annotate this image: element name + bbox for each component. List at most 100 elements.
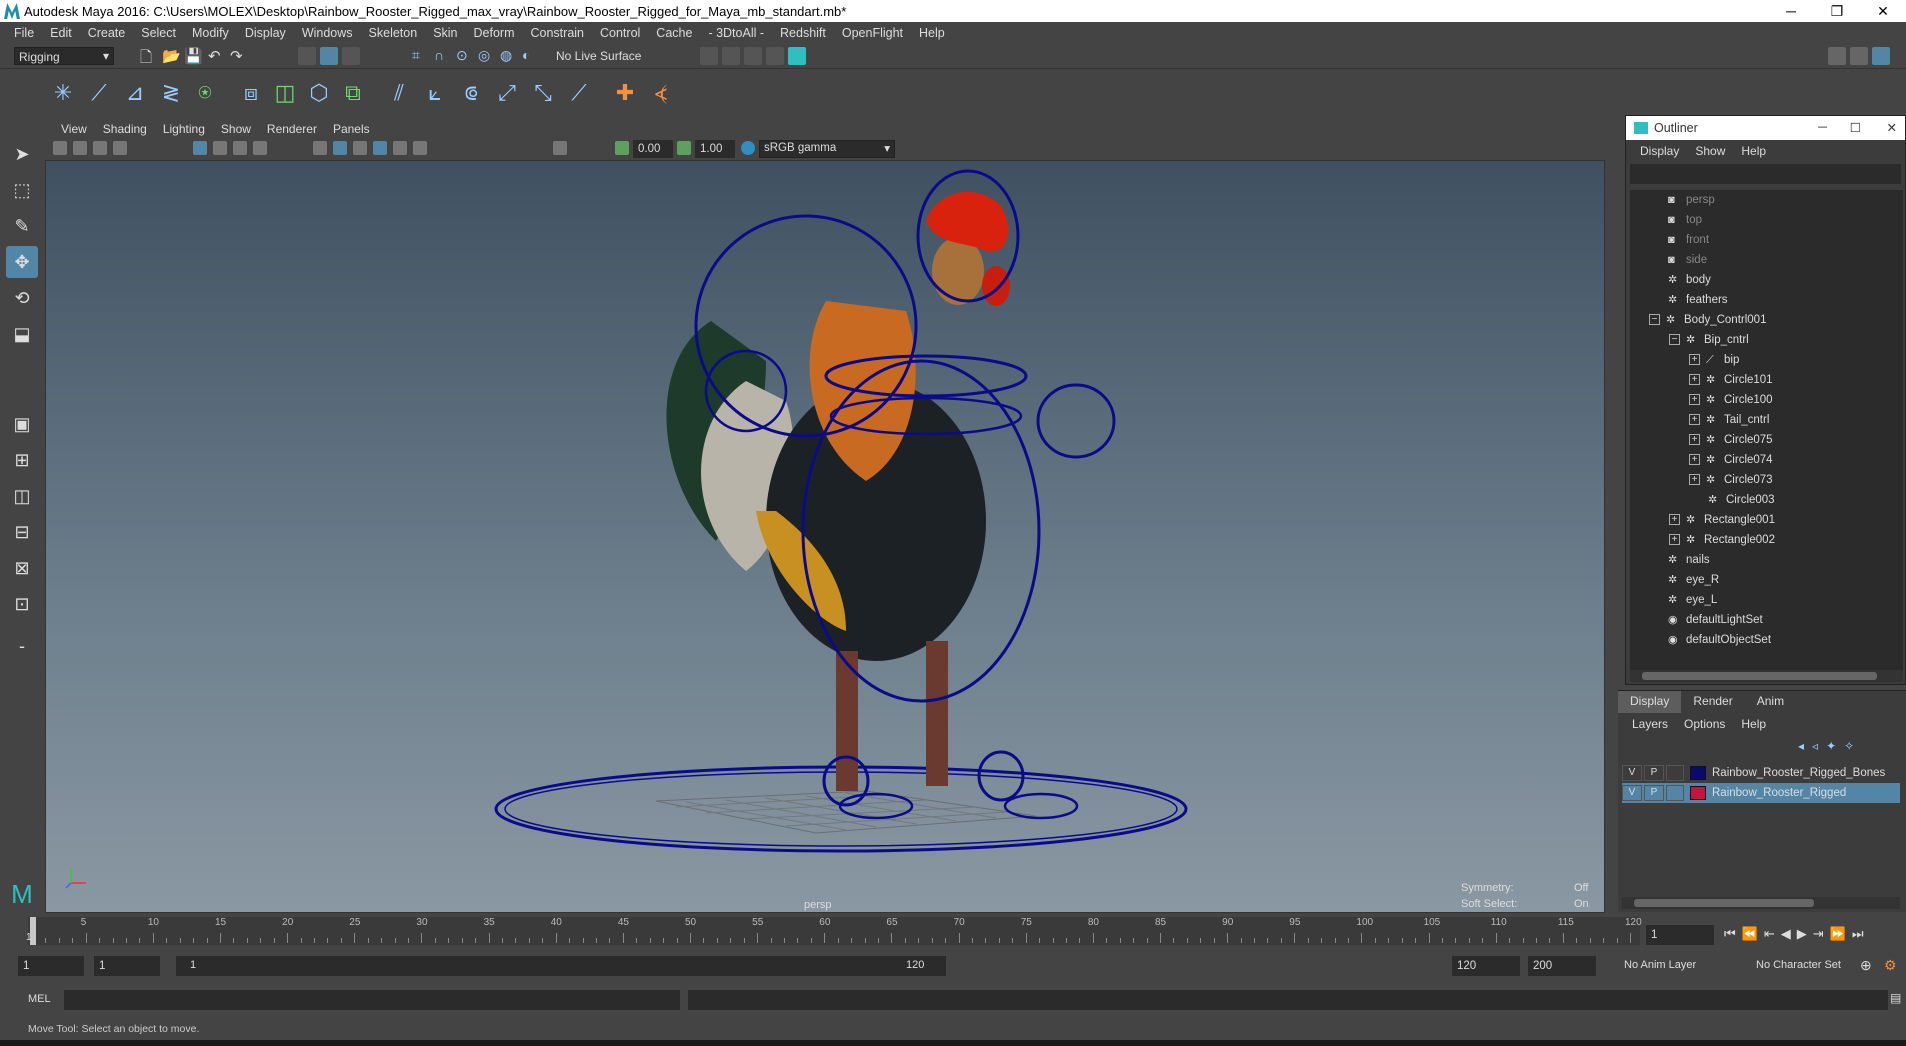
animation-end-field[interactable]: 200 [1528,956,1596,976]
move-tool-icon[interactable]: ✥ [6,246,38,278]
grid-toggle-icon[interactable] [193,141,207,155]
outliner-item[interactable]: ◉ defaultLightSet [1668,610,1763,630]
far-clip-field[interactable]: 1.00 [695,140,735,158]
exposure-icon[interactable] [615,141,629,155]
smooth-shade-icon[interactable] [333,141,347,155]
create-joint-icon[interactable]: ✳ [48,77,78,109]
outliner-item[interactable]: ✲ Circle003 [1708,490,1775,510]
menuset-dropdown[interactable]: Rigging ▾ [14,47,114,65]
current-frame-field[interactable]: 1 [1646,925,1714,945]
lattice-icon[interactable]: ◫ [270,77,300,109]
menu-windows[interactable]: Windows [294,26,361,40]
outliner-h-scrollbar[interactable] [1630,670,1903,682]
menu-display[interactable]: Display [237,26,294,40]
hypershade-icon[interactable] [766,47,784,65]
playback-start-field[interactable]: 1 [94,956,160,976]
menu-cache[interactable]: Cache [648,26,700,40]
rotate-tool-icon[interactable]: ⟲ [6,282,38,314]
humanik-icon[interactable]: ⍟ [190,77,220,109]
tab-render[interactable]: Render [1681,691,1744,713]
point-constraint-icon[interactable]: ⟃ [456,77,486,109]
layer-row[interactable]: V P Rainbow_Rooster_Rigged_Bones [1622,763,1900,783]
time-slider[interactable]: 5 10 15 20 25 30 35 40 45 50 55 60 65 70 75 80 85 90 95 100… [28,917,1642,945]
snap-point-icon[interactable]: ⊙ [456,47,474,65]
color-management-icon[interactable] [741,141,755,155]
menu-skeleton[interactable]: Skeleton [361,26,426,40]
snap-curve-icon[interactable]: ∩ [434,47,452,65]
scale-tool-icon[interactable]: ⬓ [6,318,38,350]
color-space-dropdown[interactable]: sRGB gamma ▾ [759,140,895,158]
persp-graph-layout-icon[interactable]: ⊠ [6,552,38,584]
wireframe-on-shaded-icon[interactable] [353,141,367,155]
step-back-frame-icon[interactable]: ⏪ [1742,926,1758,942]
menu-constrain[interactable]: Constrain [523,26,593,40]
outliner-item[interactable]: ◙ persp [1668,190,1715,210]
menu-3dtoall[interactable]: - 3DtoAll - [700,26,772,40]
vp-menu-panels[interactable]: Panels [325,122,378,136]
vp-menu-lighting[interactable]: Lighting [155,122,213,136]
menu-edit[interactable]: Edit [42,26,80,40]
outliner-item[interactable]: ✲ feathers [1668,290,1728,310]
camera-attr-icon[interactable] [73,141,87,155]
menu-select[interactable]: Select [133,26,184,40]
camera-select-icon[interactable] [53,141,67,155]
move-layer-up-icon[interactable]: ◂ [1798,739,1804,757]
mel-label[interactable]: MEL [28,993,51,1005]
bookmark-icon[interactable] [93,141,107,155]
menu-file[interactable]: File [6,26,42,40]
snap-grid-icon[interactable]: ⌗ [412,47,430,65]
wrap-icon[interactable]: ⬡ [304,77,334,109]
vp-menu-show[interactable]: Show [213,122,259,136]
persp-outliner-layout-icon[interactable]: ⊟ [6,516,38,548]
select-object-icon[interactable] [320,47,338,65]
bind-skin-icon[interactable]: ⫽ [384,77,414,109]
layer-visibility-toggle[interactable]: V [1622,785,1642,801]
expand-icon[interactable]: + [1689,454,1700,466]
expand-icon[interactable]: + [1689,434,1700,446]
ipr-render-icon[interactable] [722,47,740,65]
outliner-item[interactable]: ✲ nails [1668,550,1710,570]
tab-anim[interactable]: Anim [1745,691,1796,713]
aim-constraint-icon[interactable]: ⤡ [528,77,558,109]
more-layouts-icon[interactable]: - [6,630,38,662]
scrollbar-thumb[interactable] [1634,899,1814,907]
new-empty-layer-icon[interactable]: ✦ [1826,739,1836,757]
layer-playback-toggle[interactable]: P [1644,765,1664,781]
lights-icon[interactable] [393,141,407,155]
hypershade-layout-icon[interactable]: ⊡ [6,588,38,620]
menu-modify[interactable]: Modify [184,26,237,40]
layer-menu-help[interactable]: Help [1733,717,1774,731]
cluster-icon[interactable]: ⧈ [236,77,266,109]
outliner-item[interactable]: + ✲ Circle101 [1689,370,1773,390]
select-tool-icon[interactable]: ➤ [6,138,38,170]
expand-icon[interactable]: + [1689,354,1700,366]
layer-color-swatch[interactable] [1690,786,1706,800]
parent-constraint-icon[interactable]: ⟀ [420,77,450,109]
outliner-item[interactable]: ✲ eye_L [1668,590,1717,610]
move-layer-down-icon[interactable]: ◃ [1812,739,1818,757]
near-clip-field[interactable]: 0.00 [633,140,673,158]
auto-key-icon[interactable]: ⊕ [1860,957,1872,974]
step-forward-key-icon[interactable]: ⇥ [1813,926,1824,942]
outliner-item[interactable]: − ✲ Bip_cntrl [1669,330,1749,350]
outliner-item[interactable]: + ✲ Circle074 [1689,450,1773,470]
outliner-item[interactable]: + ✲ Circle073 [1689,470,1773,490]
play-backward-icon[interactable]: ◀ [1781,926,1791,942]
outliner-item[interactable]: ✲ body [1668,270,1711,290]
menu-help[interactable]: Help [911,26,953,40]
pole-vector-icon[interactable]: ⟋ [564,77,594,109]
layer-display-type[interactable] [1666,765,1684,781]
image-plane-icon[interactable] [113,141,127,155]
scrollbar-thumb[interactable] [1642,672,1877,680]
close-button[interactable]: ✕ [1860,0,1906,22]
layer-display-type[interactable] [1666,785,1684,801]
render-frame-icon[interactable] [700,47,718,65]
undo-icon[interactable]: ↶ [208,47,226,65]
vp-menu-shading[interactable]: Shading [95,122,155,136]
lasso-tool-icon[interactable]: ⬚ [6,174,38,206]
four-pane-layout-icon[interactable]: ⊞ [6,444,38,476]
outliner-item[interactable]: + ✲ Circle100 [1689,390,1773,410]
outliner-item[interactable]: + ✲ Tail_cntrl [1689,410,1769,430]
save-scene-icon[interactable]: 💾 [184,47,203,65]
single-pane-layout-icon[interactable]: ▣ [6,408,38,440]
